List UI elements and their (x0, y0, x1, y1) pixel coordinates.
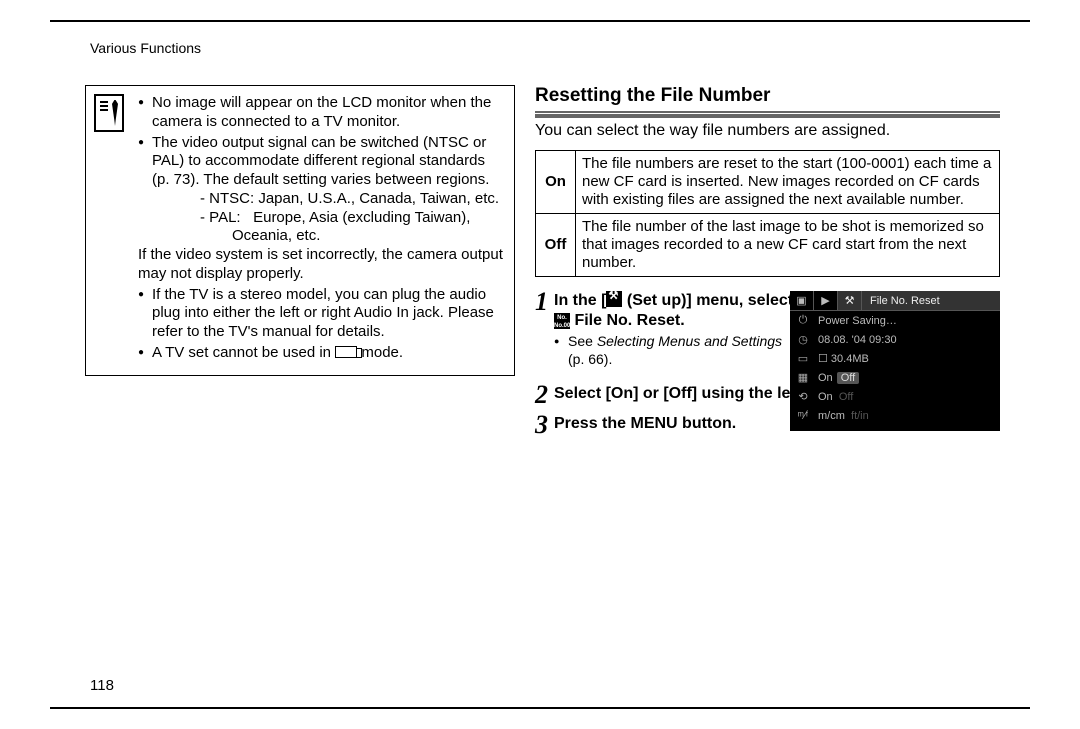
rotate-icon: ⟲ (794, 390, 812, 403)
heading-rule (535, 111, 1000, 113)
intro-text: You can select the way file numbers are … (535, 121, 1000, 140)
camcorder-mode-icon (335, 346, 357, 358)
table-row: On The file numbers are reset to the sta… (536, 151, 1000, 214)
options-table: On The file numbers are reset to the sta… (535, 150, 1000, 277)
card-icon: ▭ (794, 352, 812, 365)
table-row: Off The file number of the last image to… (536, 214, 1000, 277)
unit-icon: ᵐ⁄ᶠ (794, 410, 812, 422)
step-note: See Selecting Menus and Settings (p. 66)… (554, 333, 794, 368)
power-icon: ⏻ (794, 314, 812, 327)
step-1: 1 In the [ (Set up)] menu, select No.No.… (535, 291, 1000, 368)
lcd-tab-setup-icon: ⚒ (838, 291, 862, 310)
section-header: Various Functions (90, 40, 201, 56)
clock-icon: ◷ (794, 333, 812, 346)
right-column: Resetting the File Number You can select… (535, 85, 1000, 444)
step-number: 1 (535, 289, 548, 368)
lcd-tab-rec-icon: ▣ (790, 291, 814, 310)
left-note-box: No image will appear on the LCD monitor … (85, 85, 515, 376)
lcd-tab-play-icon: ▶ (814, 291, 838, 310)
setup-tools-icon (606, 291, 622, 307)
note-icon (94, 94, 124, 132)
section-title: Resetting the File Number (535, 85, 1000, 107)
note-bullet: The video output signal can be switched … (138, 134, 504, 284)
opt-key: On (536, 151, 576, 214)
opt-val: The file numbers are reset to the start … (576, 151, 1000, 214)
page-number: 118 (90, 677, 114, 694)
step-number: 3 (535, 412, 548, 438)
opt-key: Off (536, 214, 576, 277)
step-number: 2 (535, 382, 548, 408)
lcd-tab-title: File No. Reset (862, 291, 1000, 310)
note-bullet: A TV set cannot be used in mode. (138, 344, 504, 363)
note-bullet: If the TV is a stereo model, you can plu… (138, 286, 504, 342)
lcd-screenshot: ▣ ▶ ⚒ File No. Reset ⏻Power Saving… ◷08.… (790, 291, 1000, 431)
file-no-reset-icon: No.No.00 (554, 313, 570, 329)
note-bullet: No image will appear on the LCD monitor … (138, 94, 504, 132)
file-no-icon: ▦ (794, 371, 812, 384)
opt-val: The file number of the last image to be … (576, 214, 1000, 277)
